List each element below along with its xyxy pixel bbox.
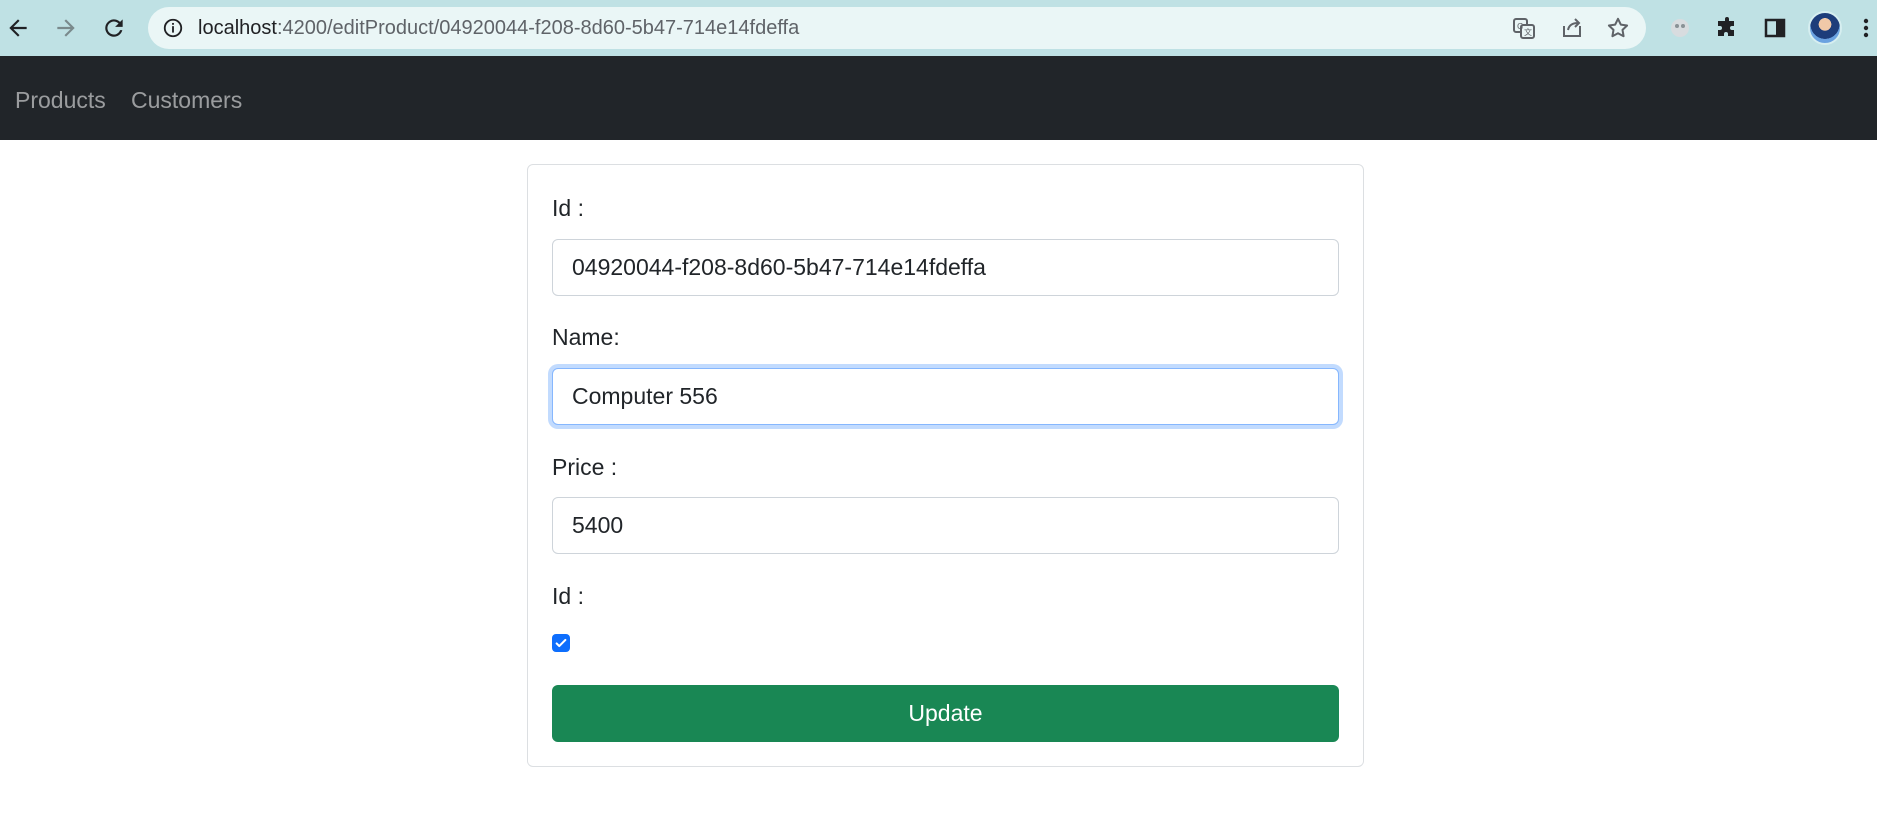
selected-label: Id : [552,583,584,609]
extension-icon[interactable] [1666,14,1694,42]
share-icon[interactable] [1560,16,1584,40]
bookmark-star-icon[interactable] [1606,16,1630,40]
address-bar[interactable]: localhost:4200/editProduct/04920044-f208… [148,7,1646,49]
info-icon[interactable] [162,17,184,39]
browser-toolbar: localhost:4200/editProduct/04920044-f208… [0,0,1877,56]
name-input[interactable] [552,368,1339,425]
app-navbar: Products Customers [0,56,1877,140]
url-host: localhost [198,17,277,39]
checkmark-icon [555,638,567,648]
edit-product-card: Id : Name: Price : Id : Update [527,164,1364,767]
translate-icon[interactable]: G文 [1512,16,1536,40]
nav-link-products[interactable]: Products [15,56,106,140]
profile-avatar[interactable] [1808,11,1842,45]
id-input[interactable] [552,239,1339,296]
name-label: Name: [552,324,620,350]
nav-link-customers[interactable]: Customers [131,56,242,140]
update-button[interactable]: Update [552,685,1339,742]
forward-icon[interactable] [48,10,84,46]
price-input[interactable] [552,497,1339,554]
price-label: Price : [552,454,618,480]
menu-icon[interactable] [1856,14,1876,42]
url-path: :4200/editProduct/04920044-f208-8d60-5b4… [276,17,800,39]
svg-text:G: G [1517,22,1523,31]
back-icon[interactable] [0,10,36,46]
id-label: Id : [552,195,584,221]
svg-text:文: 文 [1524,27,1532,37]
side-panel-icon[interactable] [1761,14,1789,42]
reload-icon[interactable] [96,10,132,46]
puzzle-icon[interactable] [1713,14,1741,42]
url-text[interactable]: localhost:4200/editProduct/04920044-f208… [198,7,799,49]
selected-checkbox[interactable] [552,634,570,652]
